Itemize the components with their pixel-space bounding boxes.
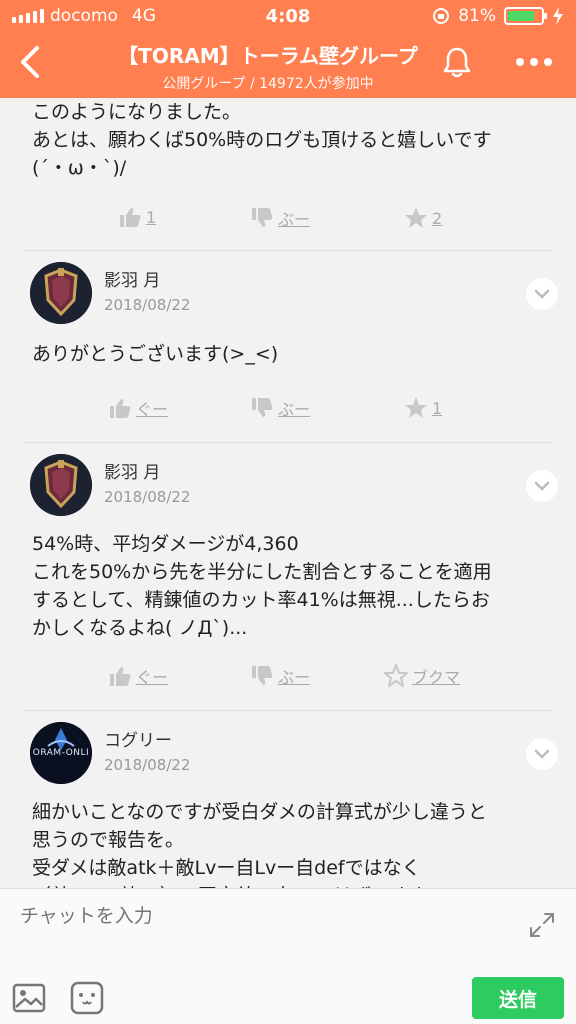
more-dot-icon — [516, 58, 524, 66]
post-text: ありがとうございます(>_<) — [32, 343, 279, 365]
post-date: 2018/08/22 — [104, 488, 191, 506]
avatar[interactable]: ORAM-ONLI — [30, 722, 92, 784]
dislike-label: ぶー — [278, 400, 311, 419]
battery-icon — [504, 7, 547, 25]
notification-button[interactable] — [440, 44, 474, 80]
send-button[interactable]: 送信 — [472, 977, 564, 1019]
chat-input[interactable] — [20, 905, 500, 927]
post-actions: 1 ぶー 2 — [24, 206, 552, 236]
avatar[interactable] — [30, 262, 92, 324]
post-author: 影羽 月 2018/08/22 — [24, 454, 552, 524]
thumbs-down-icon — [252, 208, 273, 227]
dislike-label: ぶー — [278, 210, 311, 229]
author-name: コグリー — [104, 731, 172, 751]
clock: 4:08 — [265, 5, 311, 27]
top-bar: docomo 4G 4:08 81% 【TORAM】トーラム壁グループ 公開グル… — [0, 0, 576, 98]
like-button[interactable]: 1 — [118, 206, 156, 228]
author-name: 影羽 月 — [104, 463, 161, 483]
thumbs-up-icon — [110, 667, 131, 686]
post-menu-button[interactable] — [526, 470, 558, 502]
expand-icon — [530, 913, 554, 937]
image-icon — [12, 983, 46, 1013]
post-actions: ぐー ぶー 1 — [24, 396, 552, 426]
like-label: ぐー — [136, 400, 169, 419]
divider — [24, 710, 552, 711]
post-item: 影羽 月 2018/08/22 ありがとうございます(>_<) ぐー ぶー 1 — [24, 262, 558, 442]
divider — [24, 442, 552, 443]
thumbs-up-icon — [120, 208, 141, 227]
star-outline-icon — [384, 664, 408, 687]
chevron-down-icon — [534, 481, 550, 491]
chevron-down-icon — [534, 289, 550, 299]
star-button[interactable]: 1 — [404, 396, 442, 420]
post-author: 影羽 月 2018/08/22 — [24, 262, 552, 332]
bookmark-button[interactable]: ブクマ — [384, 664, 460, 688]
shield-emblem-icon — [30, 454, 92, 516]
star-count: 2 — [432, 208, 443, 228]
post-item: このようになりました。 あとは、願わくば50%時のログも頂けると嬉しいです (´… — [24, 98, 552, 248]
bookmark-label: ブクマ — [412, 668, 461, 687]
sticker-face-icon — [70, 981, 104, 1015]
star-button[interactable]: 2 — [404, 206, 442, 230]
post-item: 影羽 月 2018/08/22 54%時、平均ダメージが4,360 これを50%… — [24, 454, 558, 704]
author-name: 影羽 月 — [104, 271, 161, 291]
more-options-button[interactable] — [512, 44, 556, 80]
dislike-button[interactable]: ぶー — [250, 664, 310, 688]
like-button[interactable]: ぐー — [108, 396, 168, 420]
thumbs-down-icon — [252, 666, 273, 685]
status-bar: docomo 4G 4:08 81% — [0, 0, 576, 32]
title-block[interactable]: 【TORAM】トーラム壁グループ 公開グループ / 14972人が参加中 — [90, 40, 446, 93]
post-author: ORAM-ONLI コグリー 2018/08/22 — [24, 722, 552, 792]
divider — [24, 250, 552, 251]
expand-button[interactable] — [528, 911, 556, 939]
star-icon — [405, 397, 427, 418]
post-actions: ぐー ぶー ブクマ — [24, 664, 552, 694]
like-label: ぐー — [136, 668, 169, 687]
bell-icon — [443, 47, 471, 78]
like-button[interactable]: ぐー — [108, 664, 168, 688]
chevron-down-icon — [534, 749, 550, 759]
message-feed[interactable]: このようになりました。 あとは、願わくば50%時のログも頂けると嬉しいです (´… — [0, 98, 576, 888]
post-menu-button[interactable] — [526, 278, 558, 310]
star-count: 1 — [432, 398, 443, 418]
post-date: 2018/08/22 — [104, 296, 191, 314]
more-dot-icon — [544, 58, 552, 66]
dislike-label: ぶー — [278, 668, 311, 687]
post-menu-button[interactable] — [526, 738, 558, 770]
back-button[interactable] — [12, 42, 48, 82]
image-button[interactable] — [12, 981, 46, 1015]
post-text: 細かいことなのですが受白ダメの計算式が少し違うと 思うので報告を。 受ダメは敵a… — [32, 801, 487, 888]
more-dot-icon — [530, 58, 538, 66]
star-icon — [405, 207, 427, 228]
dislike-button[interactable]: ぶー — [250, 206, 310, 230]
post-text: このようになりました。 あとは、願わくば50%時のログも頂けると嬉しいです (´… — [32, 101, 492, 179]
chat-composer: 送信 — [0, 888, 576, 1024]
dislike-button[interactable]: ぶー — [250, 396, 310, 420]
post-date: 2018/08/22 — [104, 756, 191, 774]
avatar[interactable] — [30, 454, 92, 516]
avatar-logo-text: ORAM-ONLI — [32, 748, 90, 758]
post-item: ORAM-ONLI コグリー 2018/08/22 細かいことなのですが受白ダメ… — [24, 722, 558, 888]
group-title: 【TORAM】トーラム壁グループ — [118, 44, 418, 68]
thumbs-up-icon — [110, 399, 131, 418]
like-count: 1 — [146, 207, 157, 227]
shield-emblem-icon — [30, 262, 92, 324]
sticker-button[interactable] — [70, 981, 104, 1015]
thumbs-down-icon — [252, 398, 273, 417]
group-subtitle: 公開グループ / 14972人が参加中 — [162, 76, 374, 92]
post-text: 54%時、平均ダメージが4,360 これを50%から先を半分にした割合とすること… — [32, 533, 492, 639]
group-header: 【TORAM】トーラム壁グループ 公開グループ / 14972人が参加中 — [0, 32, 576, 98]
chevron-left-icon — [21, 46, 39, 78]
